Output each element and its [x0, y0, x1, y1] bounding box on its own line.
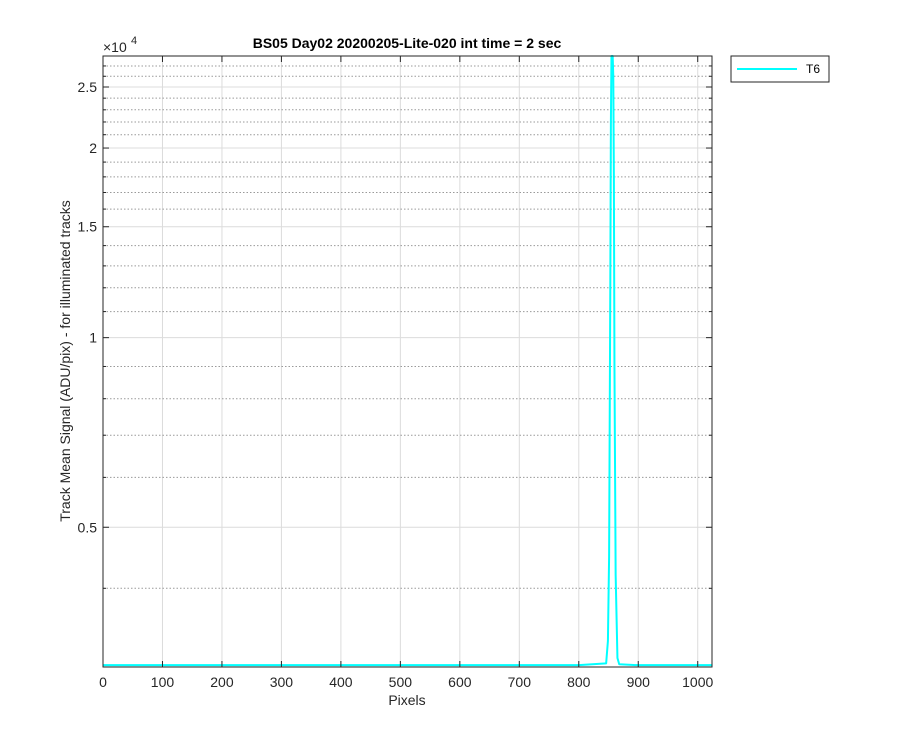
x-tick-label: 700 — [508, 674, 532, 690]
y-tick-label: 2 — [89, 140, 97, 156]
y-tick-label: 0.5 — [78, 519, 98, 535]
x-tick-label: 0 — [99, 674, 107, 690]
y-exponent-power: 4 — [131, 35, 137, 47]
y-axis-label: Track Mean Signal (ADU/pix) - for illumi… — [57, 200, 73, 522]
y-exponent-base: ×10 — [103, 39, 127, 55]
x-tick-label: 900 — [627, 674, 651, 690]
legend: T6 — [730, 55, 830, 83]
x-tick-labels: 0 100 200 300 400 500 600 700 800 900 1000 — [99, 674, 713, 690]
x-tick-label: 300 — [270, 674, 294, 690]
x-tick-label: 800 — [567, 674, 591, 690]
chart-title: BS05 Day02 20200205-Lite-020 int time = … — [253, 35, 562, 51]
legend-entry-label: T6 — [806, 62, 820, 76]
chart: 0 100 200 300 400 500 600 700 800 900 1000 0.5 1 1.5… — [57, 35, 830, 708]
y-tick-label: 1.5 — [78, 219, 98, 235]
x-tick-label: 500 — [389, 674, 413, 690]
y-tick-label: 1 — [89, 330, 97, 346]
x-tick-label: 100 — [151, 674, 175, 690]
x-tick-label: 600 — [448, 674, 472, 690]
y-tick-label: 2.5 — [78, 79, 98, 95]
x-tick-label: 1000 — [682, 674, 713, 690]
x-tick-label: 200 — [210, 674, 234, 690]
x-tick-label: 400 — [329, 674, 353, 690]
y-exponent: ×10 4 — [103, 35, 137, 55]
x-axis-label: Pixels — [388, 692, 425, 708]
y-tick-labels: 0.5 1 1.5 2 2.5 — [78, 79, 98, 535]
